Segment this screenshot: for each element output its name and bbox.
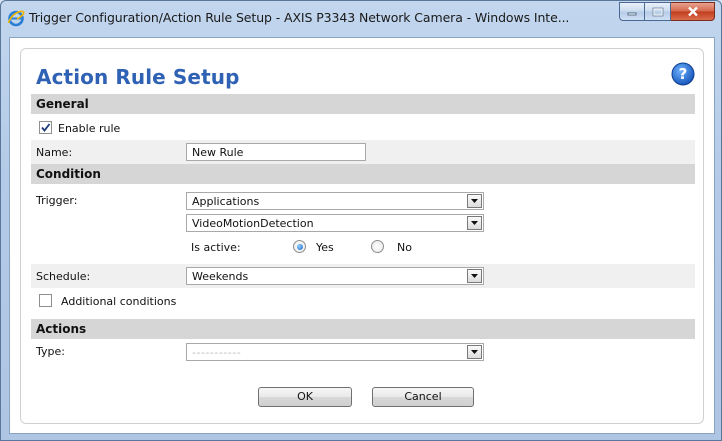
enable-rule-label: Enable rule	[58, 122, 121, 135]
cancel-button[interactable]: Cancel	[372, 387, 474, 407]
name-input[interactable]: New Rule	[186, 143, 366, 161]
is-active-yes-label: Yes	[316, 241, 334, 254]
trigger-type-select[interactable]: VideoMotionDetection	[186, 214, 484, 232]
name-row: Name: New Rule	[31, 140, 695, 164]
is-active-no-label: No	[397, 241, 412, 254]
maximize-button[interactable]	[645, 2, 671, 21]
trigger-select-value: Applications	[192, 195, 260, 208]
help-icon[interactable]: ?	[671, 62, 695, 86]
additional-conditions-checkbox[interactable]	[39, 294, 52, 307]
additional-conditions-row: Additional conditions	[31, 288, 695, 314]
chevron-down-icon	[467, 345, 482, 359]
is-active-no-radio[interactable]	[371, 240, 384, 253]
minimize-icon	[627, 12, 637, 15]
svg-text:?: ?	[679, 65, 688, 83]
maximize-icon	[652, 7, 663, 16]
title-bar[interactable]: Trigger Configuration/Action Rule Setup …	[1, 1, 721, 37]
section-actions: Actions	[31, 319, 695, 339]
schedule-label: Schedule:	[36, 270, 91, 283]
page-title: Action Rule Setup	[36, 65, 240, 89]
enable-rule-row: Enable rule	[31, 114, 695, 140]
action-type-label: Type:	[36, 345, 65, 358]
action-rule-panel: Action Rule Setup ? General Enable rule …	[20, 48, 704, 424]
action-type-value: -----------	[192, 346, 242, 359]
close-button[interactable]	[671, 2, 715, 21]
minimize-button[interactable]	[619, 2, 645, 21]
checkmark-icon	[41, 123, 51, 132]
close-icon	[687, 6, 698, 17]
enable-rule-checkbox[interactable]	[39, 121, 52, 134]
window-title: Trigger Configuration/Action Rule Setup …	[29, 10, 570, 25]
chevron-down-icon	[467, 216, 482, 230]
action-type-row: Type: -----------	[31, 339, 695, 363]
chevron-down-icon	[467, 194, 482, 208]
section-condition: Condition	[31, 164, 695, 184]
trigger-type-value: VideoMotionDetection	[192, 217, 314, 230]
browser-window: Trigger Configuration/Action Rule Setup …	[0, 0, 722, 441]
name-label: Name:	[36, 146, 73, 159]
internet-explorer-icon	[7, 9, 25, 27]
is-active-label: Is active:	[191, 241, 241, 254]
page-content: Action Rule Setup ? General Enable rule …	[9, 37, 715, 434]
is-active-yes-radio[interactable]	[293, 240, 306, 253]
schedule-select-value: Weekends	[192, 270, 249, 283]
caption-buttons	[619, 2, 715, 22]
schedule-row: Schedule: Weekends	[31, 264, 695, 288]
trigger-row: Trigger: Applications VideoMotionDetecti…	[31, 184, 695, 264]
schedule-select[interactable]: Weekends	[186, 267, 484, 285]
action-type-select[interactable]: -----------	[186, 343, 484, 361]
section-general: General	[31, 94, 695, 114]
trigger-select[interactable]: Applications	[186, 192, 484, 210]
chevron-down-icon	[467, 269, 482, 283]
trigger-label: Trigger:	[36, 194, 78, 207]
additional-conditions-label: Additional conditions	[61, 295, 177, 308]
ok-button[interactable]: OK	[258, 387, 352, 407]
